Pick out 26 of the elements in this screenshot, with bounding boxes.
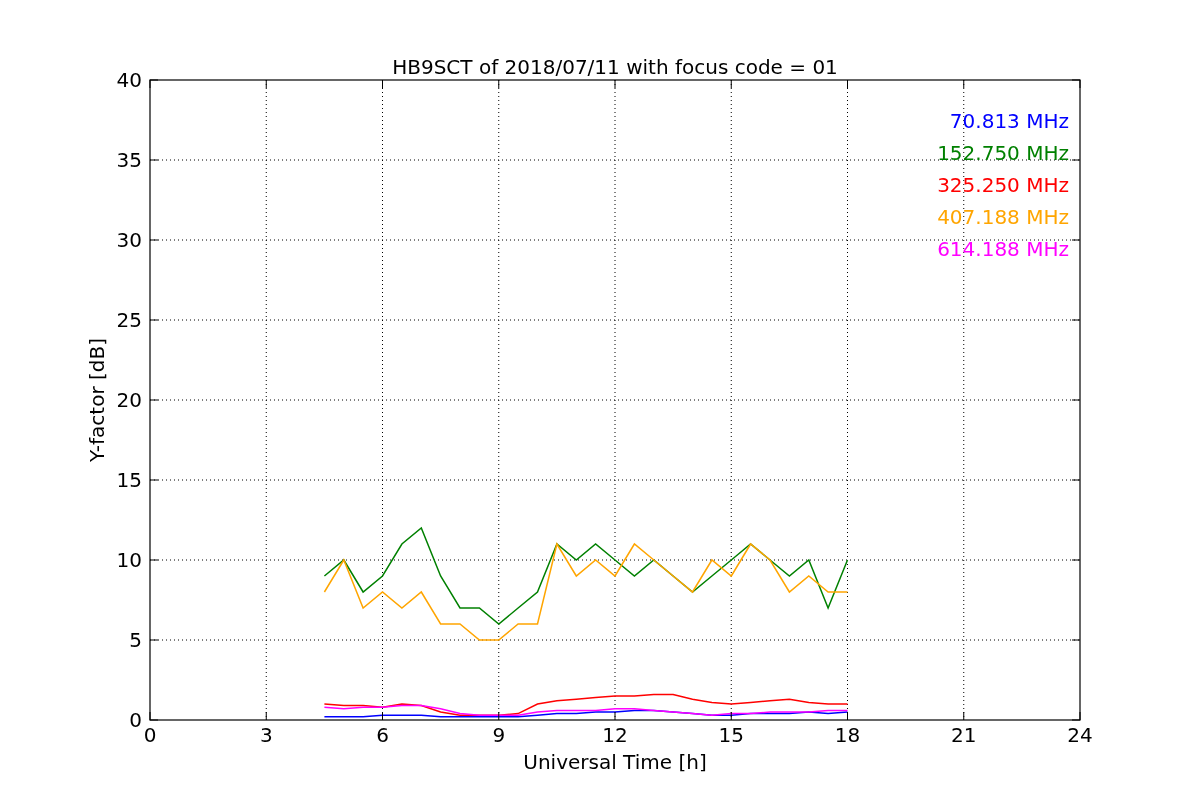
x-tick-label: 9 [492, 723, 506, 747]
y-tick-label: 0 [129, 708, 142, 732]
y-tick-label: 30 [116, 228, 142, 252]
x-tick-label: 0 [143, 723, 157, 747]
y-tick-label: 15 [116, 468, 142, 492]
legend-label: 325.250 MHz [937, 173, 1069, 197]
y-tick-label: 5 [129, 628, 142, 652]
x-tick-label: 3 [259, 723, 273, 747]
legend-label: 70.813 MHz [949, 109, 1069, 133]
x-tick-label: 6 [376, 723, 389, 747]
y-tick-label: 35 [116, 148, 142, 172]
y-tick-label: 20 [116, 388, 142, 412]
chart-title: HB9SCT of 2018/07/11 with focus code = 01 [392, 55, 838, 79]
x-tick-label: 12 [602, 723, 628, 747]
y-tick-label: 10 [116, 548, 142, 572]
y-axis-label: Y-factor [dB] [85, 338, 109, 462]
legend-label: 407.188 MHz [937, 205, 1069, 229]
x-tick-label: 21 [951, 723, 977, 747]
x-tick-label: 24 [1067, 723, 1093, 747]
x-tick-label: 18 [834, 723, 861, 747]
legend-label: 614.188 MHz [937, 237, 1069, 261]
legend-label: 152.750 MHz [937, 141, 1069, 165]
y-tick-label: 40 [116, 68, 142, 92]
x-tick-label: 15 [718, 723, 744, 747]
y-tick-label: 25 [116, 308, 142, 332]
x-axis-label: Universal Time [h] [523, 750, 707, 774]
